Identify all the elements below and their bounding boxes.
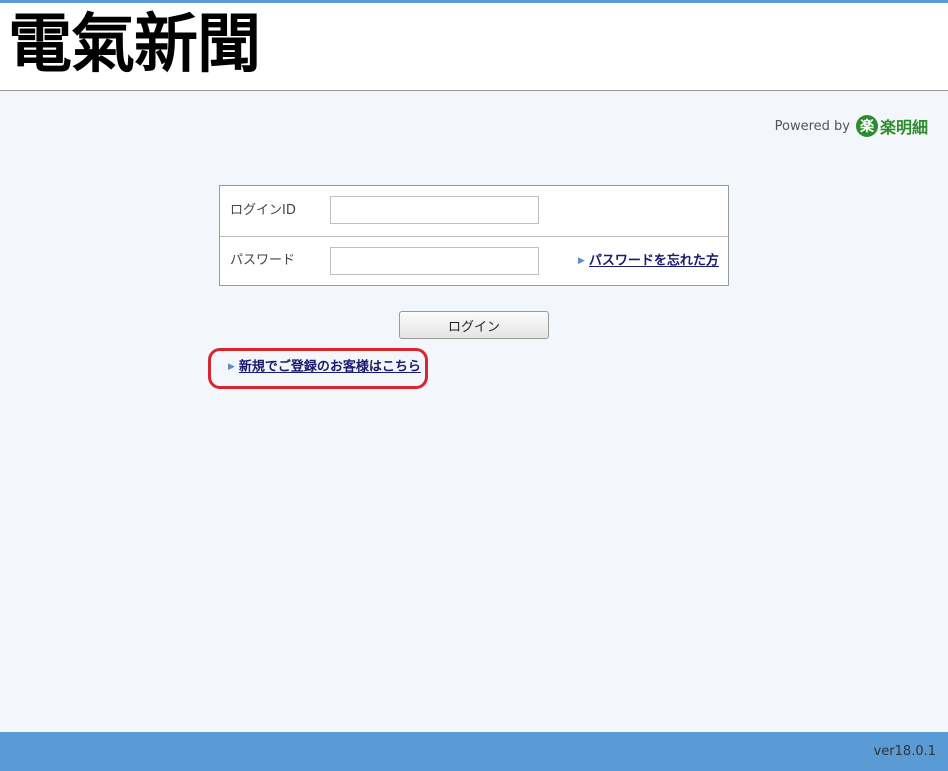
powered-by: Powered by 楽 楽明細 <box>775 113 928 139</box>
password-label: パスワード <box>230 253 296 268</box>
triangle-right-icon: ▶ <box>578 256 585 266</box>
powered-by-label: Powered by <box>774 118 850 134</box>
login-id-input[interactable] <box>330 196 539 224</box>
login-form: ログインID パスワード ▶ パスワードを忘れた方 <box>219 185 729 286</box>
rakumeisai-logo-icon: 楽 <box>855 115 878 137</box>
login-button[interactable]: ログイン <box>399 311 549 339</box>
footer: ver18.0.1 <box>0 732 948 771</box>
password-input[interactable] <box>330 247 539 275</box>
header: 電氣新聞 <box>0 3 948 91</box>
site-logo: 電氣新聞 <box>8 7 261 82</box>
login-id-row: ログインID <box>220 186 728 237</box>
forgot-password-link[interactable]: パスワードを忘れた方 <box>589 254 719 269</box>
brand-name: 楽明細 <box>879 118 928 137</box>
login-id-label: ログインID <box>230 203 296 218</box>
version-label: ver18.0.1 <box>873 744 936 759</box>
red-highlight-circle <box>208 348 428 389</box>
forgot-password: ▶ パスワードを忘れた方 <box>578 236 719 287</box>
password-row: パスワード ▶ パスワードを忘れた方 <box>220 236 728 286</box>
